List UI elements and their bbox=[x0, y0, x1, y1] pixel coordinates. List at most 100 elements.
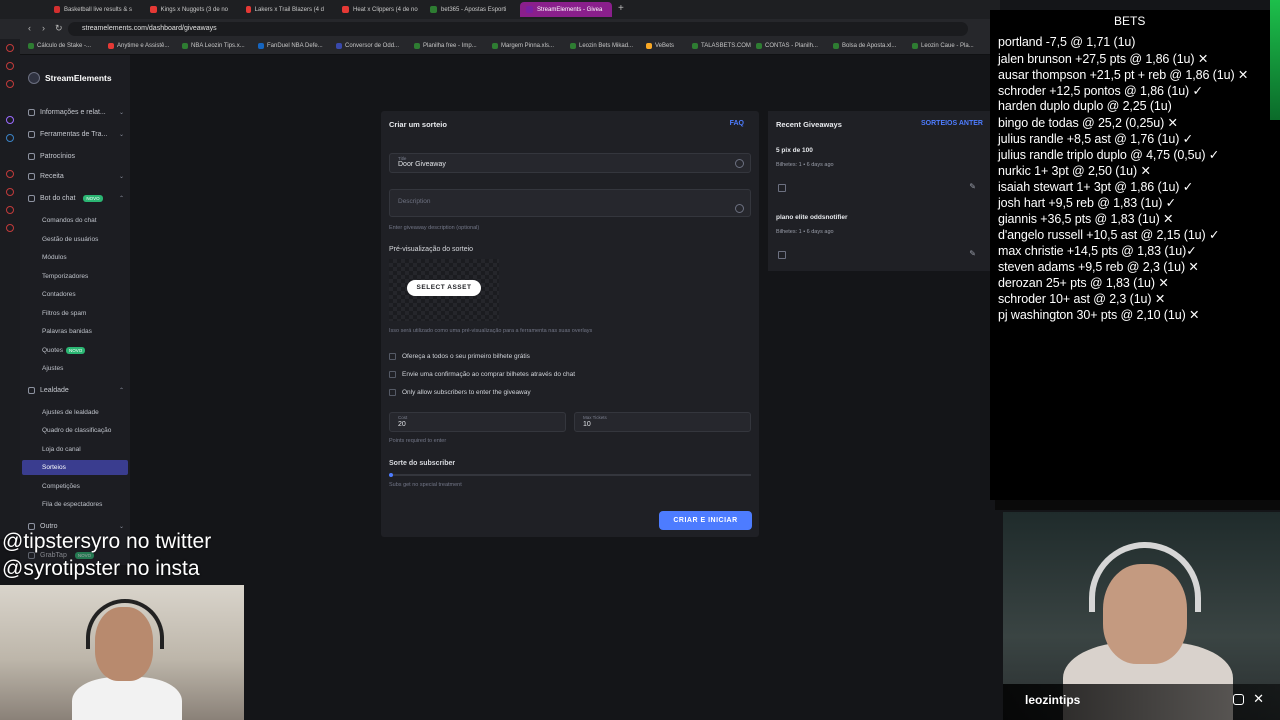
browser-tab[interactable]: Basketball live results & s bbox=[48, 2, 138, 17]
streamelements-logo-icon bbox=[28, 72, 40, 84]
app-icon[interactable] bbox=[6, 44, 14, 52]
x-logo-icon: ✕ bbox=[1253, 691, 1264, 706]
sidebar-subitem[interactable]: Comandos do chat bbox=[42, 217, 97, 224]
bookmark[interactable]: Cálculo de Stake -... bbox=[28, 43, 91, 49]
cost-field-value: 20 bbox=[398, 421, 406, 428]
sidebar-item-revenue[interactable]: Receita ⌄ bbox=[28, 169, 128, 183]
slider-handle[interactable] bbox=[389, 473, 393, 477]
bet-line: ausar thompson +21,5 pt + reb @ 1,86 (1u… bbox=[998, 68, 1249, 82]
sidebar-subitem[interactable]: Temporizadores bbox=[42, 273, 88, 280]
reload-icon[interactable]: ↻ bbox=[55, 23, 63, 34]
app-icon[interactable] bbox=[6, 80, 14, 88]
sidebar-item-loyalty[interactable]: Lealdade ⌃ bbox=[28, 383, 128, 397]
sidebar-subitem[interactable]: Palavras banidas bbox=[42, 328, 92, 335]
recent-item-name[interactable]: 5 pix de 100 bbox=[776, 147, 813, 154]
bookmark[interactable]: Leozin Bets Mikad... bbox=[570, 43, 633, 49]
chevron-up-icon: ⌃ bbox=[118, 195, 124, 202]
sidebar-subitem[interactable]: Fila de espectadores bbox=[42, 501, 102, 508]
bookmark[interactable]: TALASBETS.COM bbox=[692, 43, 751, 49]
bookmark[interactable]: Planilha free - Imp... bbox=[414, 43, 477, 49]
bet-line: josh hart +9,5 reb @ 1,83 (1u) ✓ bbox=[998, 196, 1177, 210]
sidebar-item-label: Bot do chat bbox=[40, 194, 76, 202]
emoji-icon[interactable] bbox=[735, 204, 744, 213]
app-icon[interactable] bbox=[6, 116, 14, 124]
sidebar-subitem[interactable]: Módulos bbox=[42, 254, 67, 261]
bets-title: BETS bbox=[1114, 14, 1146, 28]
sponsor-icon bbox=[28, 152, 35, 160]
sidebar-item-info[interactable]: Informações e relat... ⌄ bbox=[28, 105, 128, 119]
sidebar-subitem[interactable]: Gestão de usuários bbox=[42, 236, 98, 243]
chat-confirmation-checkbox[interactable]: Envie uma confirmação ao comprar bilhete… bbox=[389, 371, 575, 378]
browser-tab[interactable]: StreamElements - Givea bbox=[520, 2, 612, 17]
image-icon bbox=[778, 184, 786, 192]
sidebar-subitem[interactable]: Filtros de spam bbox=[42, 310, 86, 317]
bookmark[interactable]: Margem Pinna.xls... bbox=[492, 43, 554, 49]
browser-tab[interactable]: bet365 - Apostas Esporti bbox=[424, 2, 514, 17]
sidebar-subitem-giveaways[interactable]: Sorteios bbox=[42, 464, 66, 471]
title-field[interactable]: Title Door Giveaway bbox=[389, 153, 751, 173]
app-icon[interactable] bbox=[6, 134, 14, 142]
bookmark[interactable]: CONTAS - Planilh... bbox=[756, 43, 818, 49]
bookmark-label: Cálculo de Stake -... bbox=[37, 43, 92, 49]
edit-icon[interactable]: ✎ bbox=[969, 182, 976, 191]
browser-tab[interactable]: Lakers x Trail Blazers (4 d bbox=[240, 2, 330, 17]
browser-tab[interactable]: Heat x Clippers (4 de no bbox=[336, 2, 426, 17]
bet-line: giannis +36,5 pts @ 1,83 (1u) ✕ bbox=[998, 212, 1174, 226]
sidebar-subitem[interactable]: Ajustes de lealdade bbox=[42, 409, 99, 416]
checkbox-box[interactable] bbox=[389, 353, 396, 360]
sidebar-subitem[interactable]: Loja do canal bbox=[42, 446, 81, 453]
faq-link[interactable]: FAQ bbox=[730, 120, 744, 127]
bookmark[interactable]: Leozin Caue - Pla... bbox=[912, 43, 974, 49]
bookmark[interactable]: Conversor de Odd... bbox=[336, 43, 399, 49]
emoji-icon[interactable] bbox=[735, 159, 744, 168]
checkbox-box[interactable] bbox=[389, 389, 396, 396]
app-icon[interactable] bbox=[6, 170, 14, 178]
bookmark[interactable]: FanDuel NBA Defe... bbox=[258, 43, 323, 49]
max-tickets-label: Max Tickets bbox=[583, 415, 607, 420]
bookmark[interactable]: NBA Leozin Tips.x... bbox=[182, 43, 245, 49]
checkbox-box[interactable] bbox=[389, 371, 396, 378]
new-tab-icon[interactable]: + bbox=[618, 3, 624, 14]
sidebar-item-tools[interactable]: Ferramentas de Tra... ⌄ bbox=[28, 127, 128, 141]
free-ticket-checkbox[interactable]: Ofereça a todos o seu primeiro bilhete g… bbox=[389, 353, 530, 360]
brand[interactable]: StreamElements bbox=[28, 72, 112, 84]
bookmark[interactable]: Bolsa de Aposta.xl... bbox=[833, 43, 896, 49]
app-icon[interactable] bbox=[6, 62, 14, 70]
sidebar-subitem[interactable]: Contadores bbox=[42, 291, 76, 298]
bookmark-label: Leozin Bets Mikad... bbox=[579, 43, 634, 49]
checkbox-label: Ofereça a todos o seu primeiro bilhete g… bbox=[402, 353, 530, 360]
bookmark-icon bbox=[692, 43, 698, 49]
previous-giveaways-link[interactable]: SORTEIOS ANTER bbox=[921, 120, 983, 127]
subscribers-only-checkbox[interactable]: Only allow subscribers to enter the give… bbox=[389, 389, 531, 396]
bet-line: steven adams +9,5 reb @ 2,3 (1u) ✕ bbox=[998, 260, 1199, 274]
description-field[interactable]: Description bbox=[389, 189, 751, 217]
bookmark-icon bbox=[258, 43, 264, 49]
sidebar-item-chatbot[interactable]: Bot do chat NOVO ⌃ bbox=[28, 191, 128, 205]
edit-icon[interactable]: ✎ bbox=[969, 249, 976, 258]
max-tickets-field[interactable]: Max Tickets 10 bbox=[574, 412, 751, 432]
back-icon[interactable]: ‹ bbox=[28, 23, 31, 33]
create-and-start-button[interactable]: CRIAR E INICIAR bbox=[659, 511, 752, 530]
sidebar-subitem[interactable]: Ajustes bbox=[42, 365, 63, 372]
recent-item-name[interactable]: plano elite oddsnotifier bbox=[776, 214, 848, 221]
webcam-left bbox=[0, 585, 244, 720]
select-asset-button[interactable]: SELECT ASSET bbox=[407, 280, 481, 296]
cost-field[interactable]: Cost 20 bbox=[389, 412, 566, 432]
recent-title: Recent Giveaways bbox=[776, 120, 842, 129]
app-icon[interactable] bbox=[6, 188, 14, 196]
sidebar-subitem[interactable]: Quadro de classificação bbox=[42, 427, 111, 434]
app-icon[interactable] bbox=[6, 224, 14, 232]
subscriber-luck-slider[interactable] bbox=[389, 473, 751, 477]
sidebar-item-label: Lealdade bbox=[40, 386, 69, 394]
forward-icon[interactable]: › bbox=[42, 23, 45, 33]
browser-tab[interactable]: Kings x Nuggets (3 de no bbox=[144, 2, 234, 17]
browser-side-panel bbox=[0, 39, 20, 539]
bookmark[interactable]: Anytime e Assistê... bbox=[108, 43, 169, 49]
sidebar-item-sponsorships[interactable]: Patrocínios bbox=[28, 149, 128, 163]
app-icon[interactable] bbox=[6, 206, 14, 214]
bookmark[interactable]: VeBets bbox=[646, 43, 674, 49]
headset-icon bbox=[86, 599, 164, 649]
sidebar-subitem[interactable]: Competições bbox=[42, 483, 80, 490]
sidebar-subitem-quotes[interactable]: Quotes NOVO bbox=[42, 347, 86, 354]
url-field[interactable]: streamelements.com/dashboard/giveaways bbox=[68, 22, 968, 36]
